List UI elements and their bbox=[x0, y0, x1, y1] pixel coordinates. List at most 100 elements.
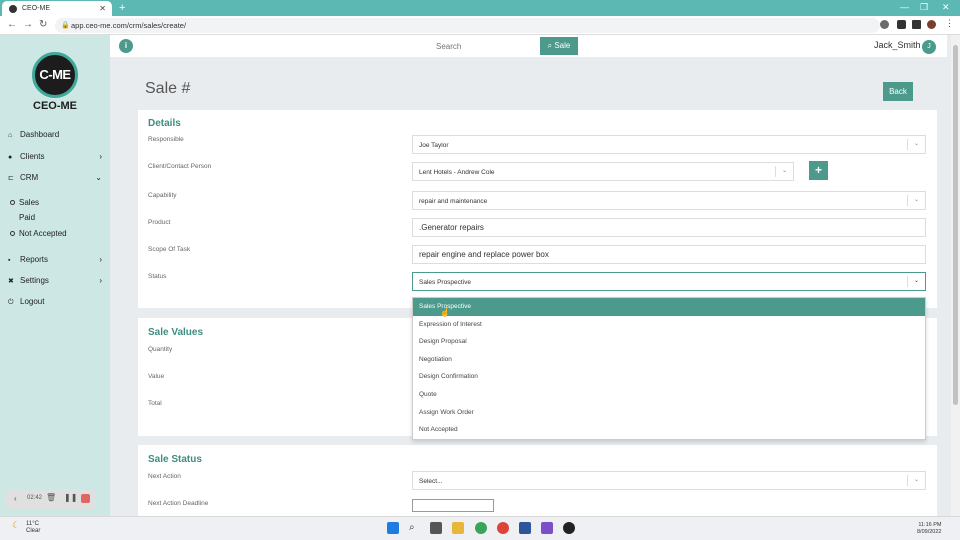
url-text: app.ceo-me.com/crm/sales/create/ bbox=[71, 21, 187, 30]
client-select[interactable]: Lent Hotels - Andrew Cole ⌄ bbox=[412, 162, 794, 181]
capability-label: Capability bbox=[148, 192, 177, 199]
crm-icon: ⊏ bbox=[8, 175, 14, 182]
info-icon[interactable]: i bbox=[119, 39, 133, 53]
scrollbar[interactable] bbox=[951, 35, 960, 516]
next-action-deadline-input[interactable] bbox=[412, 499, 494, 512]
kebab-menu-icon[interactable]: ⋮ bbox=[945, 18, 954, 28]
media-player-icon[interactable] bbox=[563, 522, 575, 534]
search-icon[interactable]: ⌕ bbox=[409, 522, 421, 534]
sidebar: C-ME CEO-ME ⌂ Dashboard ● Clients › ⊏ CRM ⌄… bbox=[0, 35, 110, 516]
chevron-right-icon: › bbox=[99, 255, 102, 264]
system-clock[interactable]: 11:16 PM 8/09/2022 bbox=[917, 522, 941, 536]
sale-values-title: Sale Values bbox=[148, 327, 204, 338]
search-icon: ⌕ bbox=[547, 41, 553, 50]
os-taskbar: ☾ 11°C Clear ⌕ 11:16 PM 8/09/2022 bbox=[0, 516, 960, 540]
next-action-select[interactable]: Select... ⌄ bbox=[412, 471, 926, 490]
capability-select[interactable]: repair and maintenance ⌄ bbox=[412, 191, 926, 210]
search-input[interactable] bbox=[431, 37, 540, 55]
home-icon: ⌂ bbox=[8, 132, 13, 139]
reports-icon: ▪ bbox=[8, 257, 11, 264]
close-tab-icon[interactable]: ✕ bbox=[99, 4, 106, 13]
chevron-right-icon: › bbox=[99, 152, 102, 161]
sidepanel-icon[interactable] bbox=[912, 20, 921, 29]
product-label: Product bbox=[148, 219, 171, 226]
chevron-down-icon: ⌄ bbox=[907, 195, 925, 206]
chevron-down-icon: ⌄ bbox=[907, 276, 925, 287]
status-option-design-proposal[interactable]: Design Proposal bbox=[413, 333, 925, 351]
top-bar: i ⌕ Sale Jack_Smith J bbox=[110, 35, 947, 57]
back-arrow-icon[interactable]: ← bbox=[7, 19, 17, 30]
scrollbar-thumb[interactable] bbox=[953, 45, 958, 405]
search-sale-button[interactable]: ⌕ Sale bbox=[540, 37, 578, 55]
screen-recorder-bar: ‹ 02:42 🗑 ❚❚ bbox=[6, 489, 96, 509]
new-tab-button[interactable]: + bbox=[119, 2, 125, 14]
sidebar-subitem-paid[interactable]: Paid bbox=[10, 213, 35, 222]
logout-icon: ⏻ bbox=[8, 299, 14, 306]
chrome-profile-icon[interactable] bbox=[497, 522, 509, 534]
address-bar-row: ← → ↻ 🔒 app.ceo-me.com/crm/sales/create/… bbox=[0, 16, 960, 35]
sidebar-item-clients[interactable]: ● Clients › bbox=[8, 152, 106, 161]
weather-widget[interactable]: ☾ 11°C Clear bbox=[12, 521, 40, 535]
responsible-select[interactable]: Joe Taylor ⌄ bbox=[412, 135, 926, 154]
browser-tab-strip: CEO-ME ✕ + — ❐ ✕ bbox=[0, 0, 960, 16]
sidebar-item-reports[interactable]: ▪ Reports › bbox=[8, 255, 106, 264]
status-option-assign-work-order[interactable]: Assign Work Order bbox=[413, 404, 925, 422]
details-title: Details bbox=[148, 118, 181, 129]
back-button[interactable]: Back bbox=[883, 82, 913, 101]
word-icon[interactable] bbox=[519, 522, 531, 534]
lock-icon: 🔒 bbox=[61, 22, 70, 29]
minimize-icon[interactable]: — bbox=[900, 2, 909, 12]
sidebar-item-logout[interactable]: ⏻ Logout bbox=[8, 297, 106, 307]
sale-status-card: Sale Status Next Action Select... ⌄ Next… bbox=[138, 445, 937, 516]
browser-tab[interactable]: CEO-ME ✕ bbox=[2, 1, 112, 16]
stop-icon[interactable] bbox=[81, 494, 90, 503]
details-card: Details Responsible Joe Taylor ⌄ Client/… bbox=[138, 110, 937, 308]
sidebar-item-dashboard[interactable]: ⌂ Dashboard bbox=[8, 130, 106, 139]
clients-icon: ● bbox=[8, 154, 13, 161]
settings-icon: ✖ bbox=[8, 278, 14, 285]
status-option-negotiation[interactable]: Negotiation bbox=[413, 351, 925, 369]
sidebar-item-crm[interactable]: ⊏ CRM ⌄ bbox=[8, 173, 106, 182]
status-option-design-confirmation[interactable]: Design Confirmation bbox=[413, 368, 925, 386]
status-option-expression-of-interest[interactable]: Expression of Interest bbox=[413, 316, 925, 334]
chrome-icon[interactable] bbox=[475, 522, 487, 534]
status-dropdown-menu: Sales Prospective Expression of Interest… bbox=[412, 297, 926, 440]
chevron-left-icon[interactable]: ‹ bbox=[14, 494, 17, 503]
sidebar-item-settings[interactable]: ✖ Settings › bbox=[8, 276, 106, 285]
extension-icon[interactable] bbox=[880, 20, 889, 29]
status-option-not-accepted[interactable]: Not Accepted bbox=[413, 421, 925, 439]
sidebar-subitem-sales[interactable]: Sales bbox=[10, 198, 39, 207]
puzzle-icon[interactable] bbox=[897, 20, 906, 29]
avatar[interactable]: J bbox=[922, 40, 936, 54]
total-label: Total bbox=[148, 400, 162, 407]
task-view-icon[interactable] bbox=[430, 522, 442, 534]
reload-icon[interactable]: ↻ bbox=[39, 19, 47, 30]
status-select[interactable]: Sales Prospective ⌄ bbox=[412, 272, 926, 291]
bullet-icon bbox=[10, 231, 15, 236]
logo-text: CEO-ME bbox=[33, 100, 77, 112]
page-title: Sale # bbox=[145, 80, 191, 97]
tab-title: CEO-ME bbox=[22, 5, 50, 12]
app-icon[interactable] bbox=[541, 522, 553, 534]
user-name[interactable]: Jack_Smith bbox=[874, 40, 921, 50]
responsible-label: Responsible bbox=[148, 136, 184, 143]
pause-icon[interactable]: ❚❚ bbox=[64, 493, 77, 502]
product-input[interactable]: .Generator repairs bbox=[412, 218, 926, 237]
chevron-down-icon: ⌄ bbox=[907, 475, 925, 486]
status-option-quote[interactable]: Quote bbox=[413, 386, 925, 404]
profile-avatar-icon[interactable] bbox=[927, 20, 936, 29]
recorder-time: 02:42 bbox=[27, 495, 43, 501]
url-field[interactable]: 🔒 app.ceo-me.com/crm/sales/create/ bbox=[55, 18, 880, 33]
add-client-button[interactable]: + bbox=[809, 161, 828, 180]
close-window-icon[interactable]: ✕ bbox=[942, 2, 950, 13]
trash-icon[interactable]: 🗑 bbox=[46, 493, 56, 502]
favicon-icon bbox=[9, 5, 17, 13]
forward-arrow-icon[interactable]: → bbox=[23, 19, 33, 30]
file-explorer-icon[interactable] bbox=[452, 522, 464, 534]
start-icon[interactable] bbox=[387, 522, 399, 534]
restore-icon[interactable]: ❐ bbox=[920, 2, 928, 13]
sidebar-subitem-not-accepted[interactable]: Not Accepted bbox=[10, 229, 67, 238]
chevron-down-icon: ⌄ bbox=[95, 173, 102, 182]
status-option-sales-prospective[interactable]: Sales Prospective bbox=[413, 298, 925, 316]
scope-input[interactable]: repair engine and replace power box bbox=[412, 245, 926, 264]
